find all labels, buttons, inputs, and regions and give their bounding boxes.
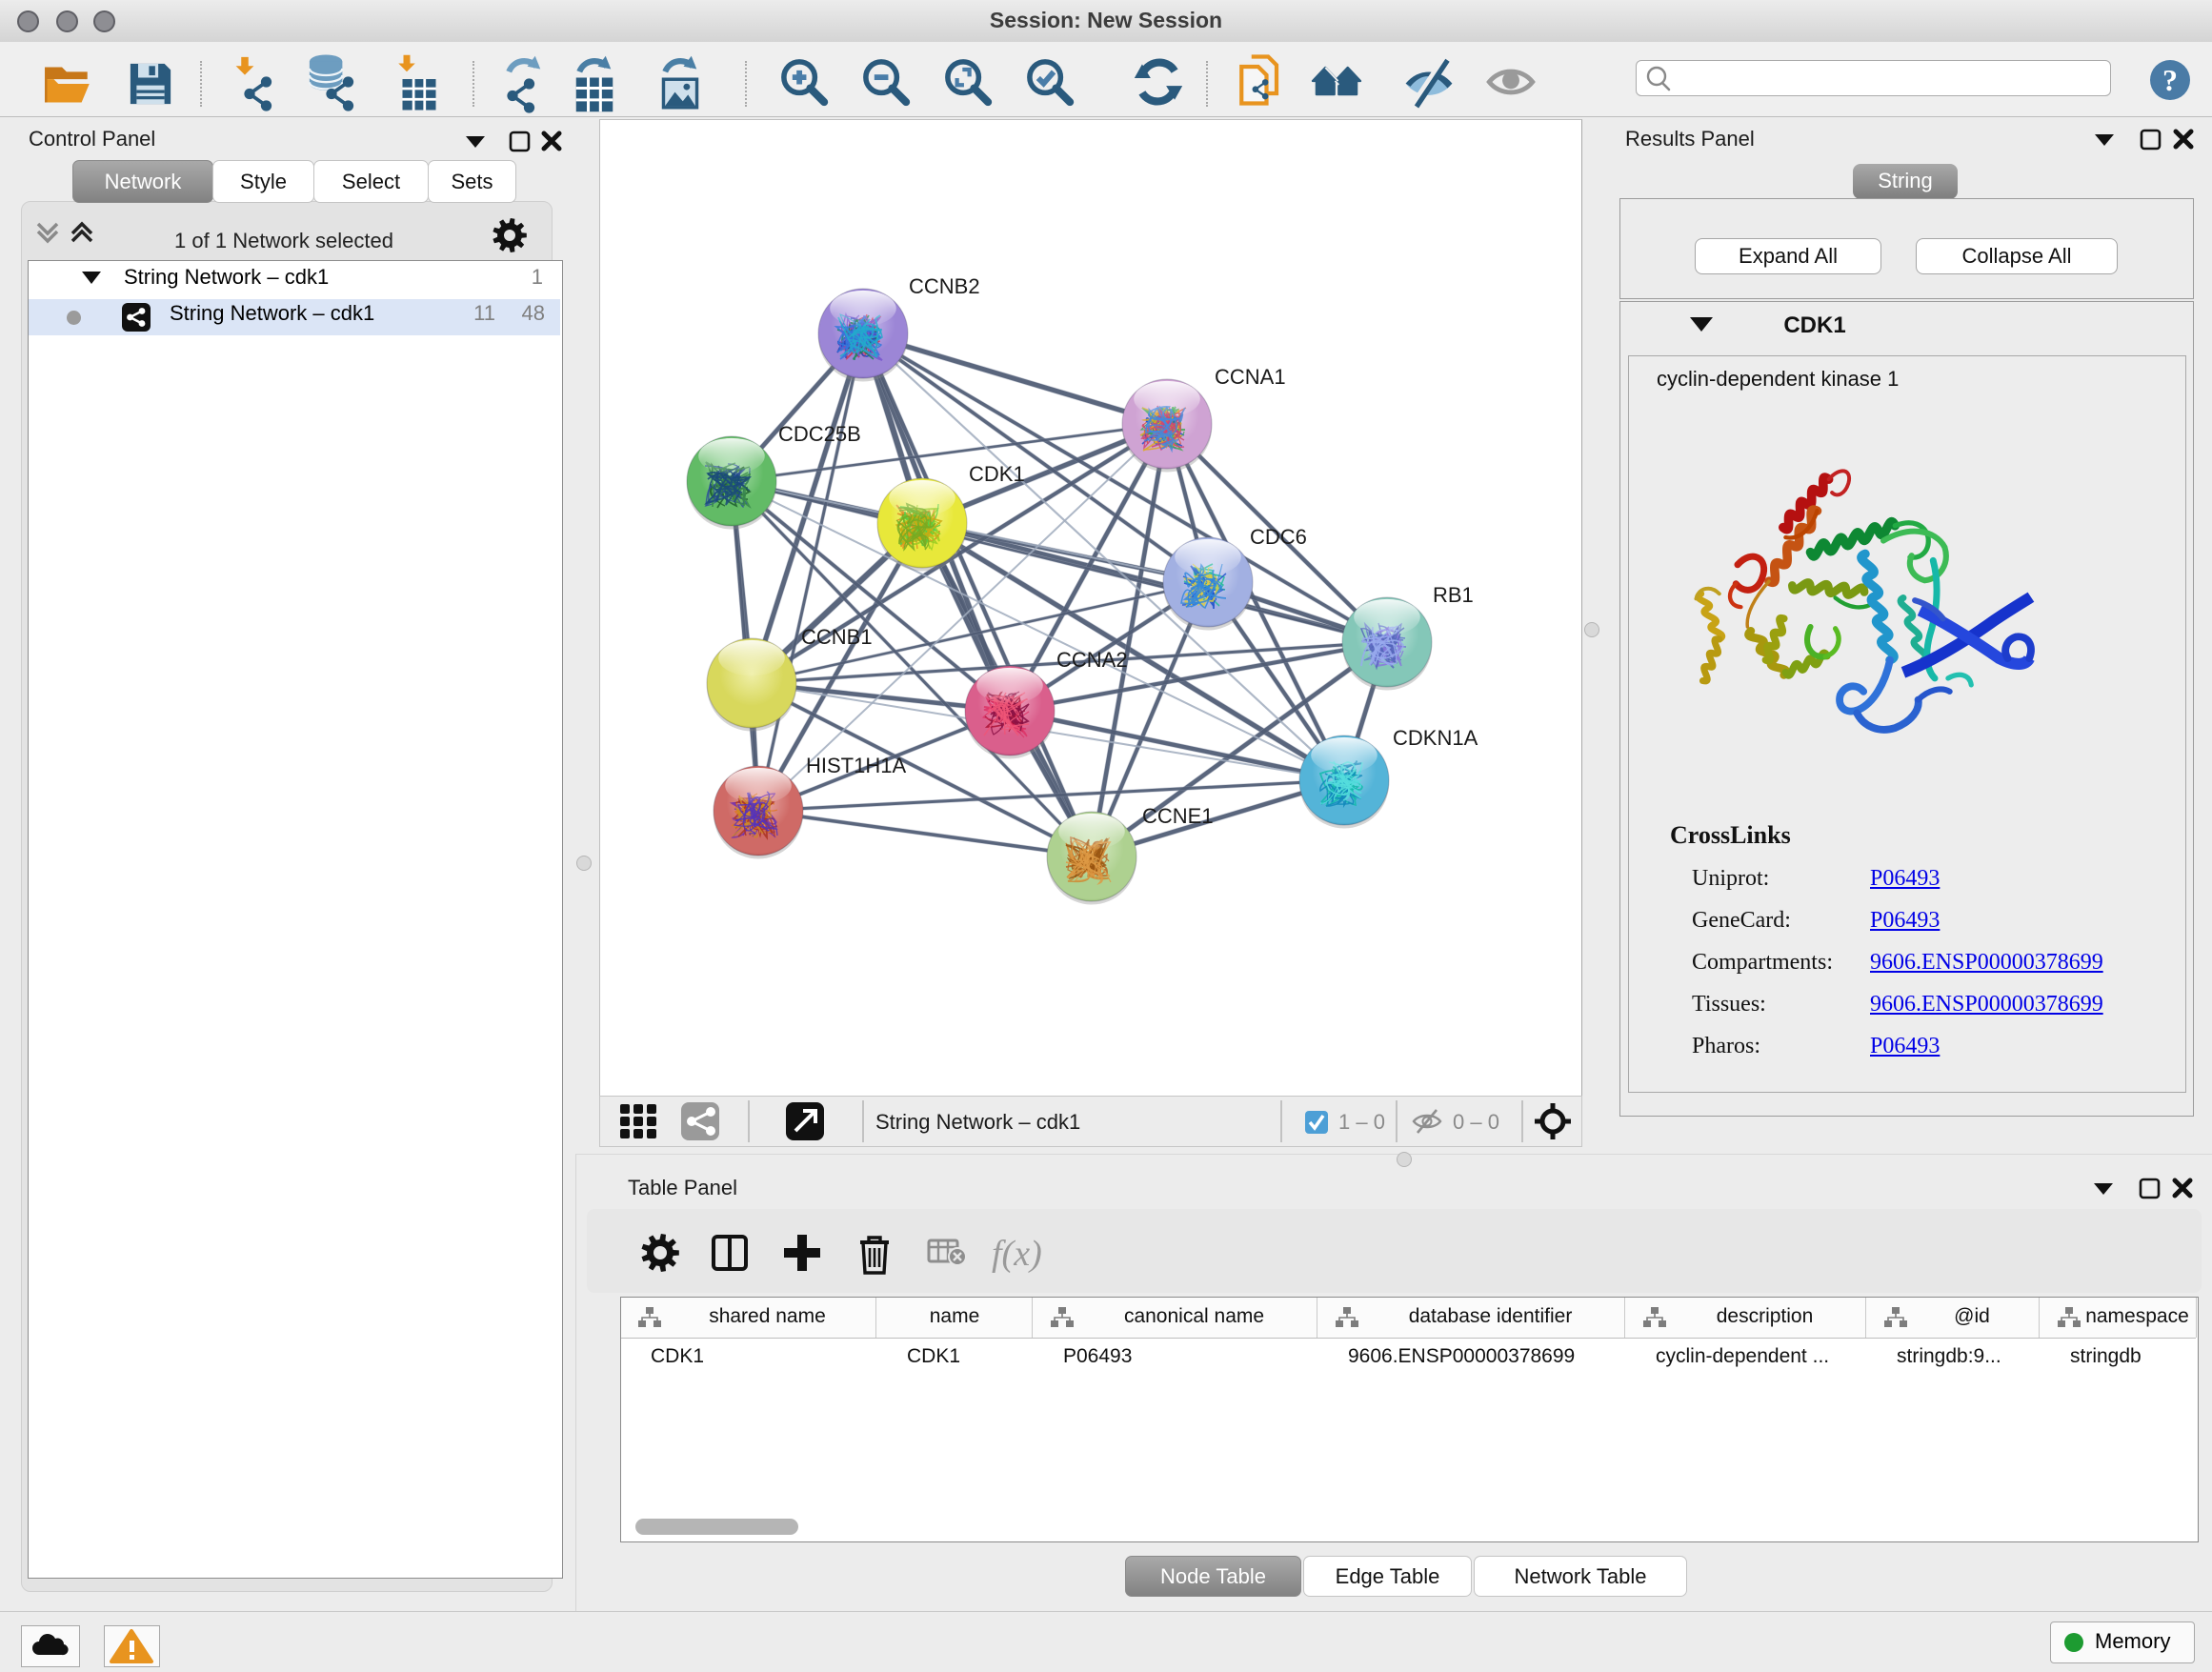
svg-text:?: ? [2162,63,2178,97]
svg-text:HIST1H1A: HIST1H1A [806,754,906,777]
svg-text:RB1: RB1 [1433,583,1474,607]
svg-text:CCNE1: CCNE1 [1142,804,1214,828]
svg-text:CDC6: CDC6 [1250,525,1307,549]
svg-text:f(x): f(x) [992,1234,1042,1274]
svg-text:1 – 0: 1 – 0 [1338,1110,1385,1134]
svg-text:CCNA1: CCNA1 [1215,365,1286,389]
svg-text:CDKN1A: CDKN1A [1393,726,1478,750]
svg-text:CDC25B: CDC25B [778,422,861,446]
svg-text:0 – 0: 0 – 0 [1453,1110,1499,1134]
svg-text:CCNB1: CCNB1 [801,625,873,649]
svg-text:CDK1: CDK1 [969,462,1025,486]
svg-text:CCNA2: CCNA2 [1056,648,1128,672]
svg-text:String Network – cdk1: String Network – cdk1 [875,1110,1080,1134]
svg-text:CCNB2: CCNB2 [909,274,980,298]
